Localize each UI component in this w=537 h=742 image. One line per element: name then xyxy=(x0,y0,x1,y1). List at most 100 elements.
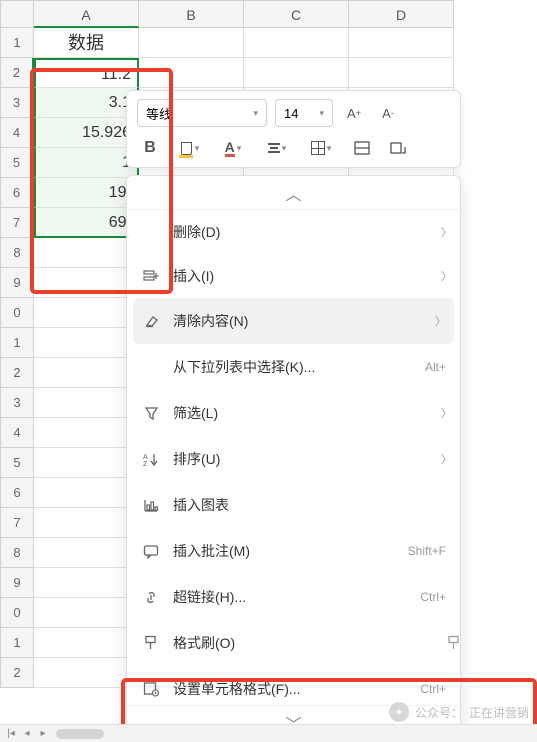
chart-icon xyxy=(141,498,161,513)
row-header[interactable]: 6 xyxy=(0,178,34,208)
row-header[interactable]: 1 xyxy=(0,328,34,358)
cell[interactable]: 1 xyxy=(34,148,139,178)
horizontal-scrollbar[interactable]: |◂ ◂ ▸ xyxy=(0,724,537,742)
row-header[interactable]: 7 xyxy=(0,208,34,238)
scrollbar-thumb[interactable] xyxy=(56,729,104,739)
cell[interactable] xyxy=(34,358,139,388)
cell[interactable] xyxy=(139,28,244,58)
row-header[interactable]: 9 xyxy=(0,568,34,598)
align-button[interactable]: ▾ xyxy=(259,135,295,161)
cell[interactable]: 15.926 xyxy=(34,118,139,148)
row-header[interactable]: 9 xyxy=(0,268,34,298)
cell[interactable] xyxy=(349,28,454,58)
cell[interactable] xyxy=(34,388,139,418)
column-header-b[interactable]: B xyxy=(139,0,244,28)
menu-item-label: 删除(D) xyxy=(173,222,446,242)
row-header[interactable]: 1 xyxy=(0,628,34,658)
font-family-select[interactable]: 等线 ▾ xyxy=(137,99,267,127)
cell-format-icon xyxy=(141,681,161,697)
cell[interactable] xyxy=(349,58,454,88)
column-header-d[interactable]: D xyxy=(349,0,454,28)
column-headers-row: A B C D xyxy=(0,0,537,28)
cell[interactable] xyxy=(34,268,139,298)
chevron-up-icon: ︿ xyxy=(285,181,301,205)
cell[interactable] xyxy=(244,28,349,58)
link-icon xyxy=(141,590,161,605)
row-header[interactable]: 6 xyxy=(0,478,34,508)
cell[interactable] xyxy=(244,58,349,88)
cell[interactable] xyxy=(34,328,139,358)
menu-item-label: 筛选(L) xyxy=(173,403,446,423)
scroll-right-icon[interactable]: ▸ xyxy=(36,728,50,739)
menu-item-dropdown-select[interactable]: 从下拉列表中选择(K)... Alt+ xyxy=(127,344,460,390)
row-header[interactable]: 1 xyxy=(0,28,34,58)
row-header[interactable]: 2 xyxy=(0,358,34,388)
select-all-corner[interactable] xyxy=(0,0,34,28)
cell[interactable]: 19. xyxy=(34,178,139,208)
menu-item-filter[interactable]: 筛选(L) 〉 xyxy=(127,390,460,436)
font-size-select[interactable]: 14 ▾ xyxy=(275,99,333,127)
cell[interactable]: 11.2 xyxy=(34,58,139,88)
menu-item-format-painter[interactable]: 格式刷(O) xyxy=(127,620,460,666)
menu-item-label: 清除内容(N) xyxy=(173,311,446,331)
menu-item-insert-comment[interactable]: 插入批注(M) Shift+F xyxy=(127,528,460,574)
border-icon xyxy=(311,141,325,155)
cell[interactable] xyxy=(34,418,139,448)
column-header-a[interactable]: A xyxy=(34,0,139,28)
cell[interactable] xyxy=(34,298,139,328)
merge-button[interactable] xyxy=(347,135,377,161)
row-header[interactable]: 2 xyxy=(0,58,34,88)
mini-toolbar-row-2: B ▾ A▾ ▾ ▾ xyxy=(137,135,450,161)
menu-item-sort[interactable]: AZ 排序(U) 〉 xyxy=(127,436,460,482)
menu-item-label: 插入(I) xyxy=(173,266,446,286)
row-header[interactable]: 7 xyxy=(0,508,34,538)
row-header[interactable]: 5 xyxy=(0,448,34,478)
cell[interactable] xyxy=(34,568,139,598)
scroll-left-icon[interactable]: ◂ xyxy=(20,728,34,739)
bold-button[interactable]: B xyxy=(137,135,163,161)
chevron-down-icon: ▾ xyxy=(253,108,258,119)
borders-button[interactable]: ▾ xyxy=(303,135,339,161)
column-header-c[interactable]: C xyxy=(244,0,349,28)
submenu-arrow-icon: 〉 xyxy=(441,405,452,421)
menu-scroll-up[interactable]: ︿ xyxy=(127,176,460,210)
menu-item-delete[interactable]: 删除(D) 〉 xyxy=(127,210,460,254)
format-button[interactable] xyxy=(385,135,411,161)
menu-item-label: 排序(U) xyxy=(173,449,446,469)
menu-item-insert[interactable]: 插入(I) 〉 xyxy=(127,254,460,298)
row-header[interactable]: 3 xyxy=(0,388,34,418)
cell[interactable] xyxy=(34,598,139,628)
cell[interactable] xyxy=(139,58,244,88)
row-header[interactable]: 4 xyxy=(0,418,34,448)
menu-item-hyperlink[interactable]: 超链接(H)... Ctrl+ xyxy=(127,574,460,620)
row-header[interactable]: 4 xyxy=(0,118,34,148)
submenu-arrow-icon: 〉 xyxy=(441,268,452,284)
font-color-button[interactable]: A▾ xyxy=(215,135,251,161)
cell[interactable]: 69. xyxy=(34,208,139,238)
cell[interactable] xyxy=(34,658,139,688)
row-header[interactable]: 0 xyxy=(0,298,34,328)
row-header[interactable]: 2 xyxy=(0,658,34,688)
menu-item-clear[interactable]: 清除内容(N) 〉 xyxy=(133,298,454,344)
cell[interactable] xyxy=(34,538,139,568)
increase-font-button[interactable]: A+ xyxy=(341,100,367,126)
row-header[interactable]: 8 xyxy=(0,538,34,568)
scroll-first-icon[interactable]: |◂ xyxy=(4,728,18,739)
cell[interactable] xyxy=(34,628,139,658)
row-header[interactable]: 0 xyxy=(0,598,34,628)
decrease-font-button[interactable]: A- xyxy=(375,100,401,126)
row-header[interactable]: 8 xyxy=(0,238,34,268)
cell[interactable]: 3.1 xyxy=(34,88,139,118)
cell[interactable] xyxy=(34,448,139,478)
cell[interactable]: 数据 xyxy=(34,28,139,58)
cell[interactable] xyxy=(34,478,139,508)
menu-item-insert-chart[interactable]: 插入图表 xyxy=(127,482,460,528)
fill-color-button[interactable]: ▾ xyxy=(171,135,207,161)
row-header[interactable]: 3 xyxy=(0,88,34,118)
menu-shortcut: Alt+ xyxy=(425,360,446,374)
chevron-down-icon: ▾ xyxy=(282,143,287,154)
cell[interactable] xyxy=(34,238,139,268)
row-header[interactable]: 5 xyxy=(0,148,34,178)
menu-item-label: 超链接(H)... xyxy=(173,587,408,607)
cell[interactable] xyxy=(34,508,139,538)
